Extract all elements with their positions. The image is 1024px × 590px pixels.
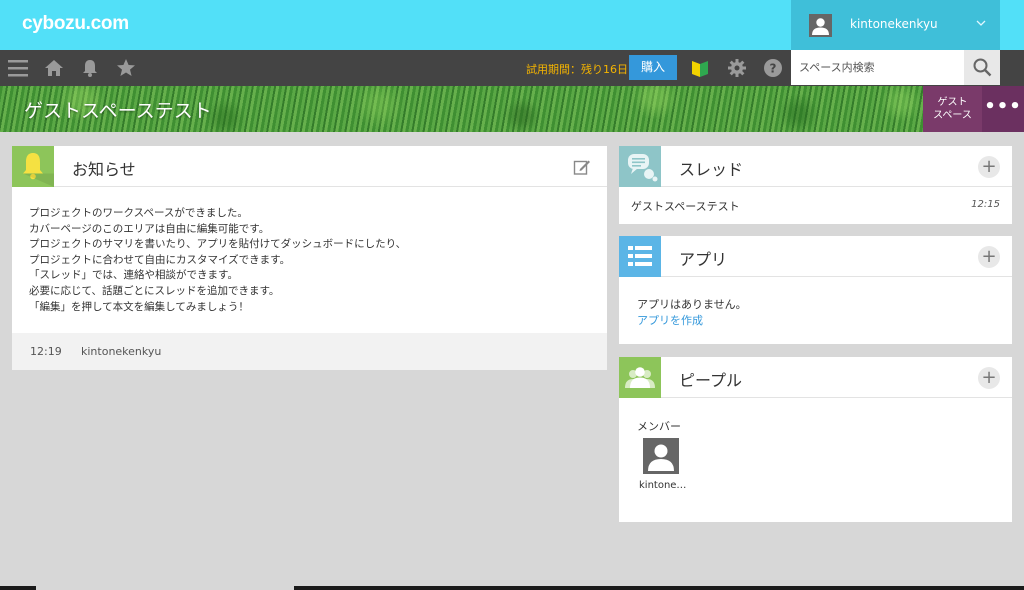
chevron-down-icon (976, 20, 986, 26)
add-app-button[interactable]: + (978, 246, 1000, 268)
thread-item-name[interactable]: ゲストスペーステスト (631, 198, 740, 214)
member-name[interactable]: kintone… (639, 480, 686, 491)
beginner-mark-icon[interactable] (691, 58, 709, 78)
notice-footer: 12:19 kintonekenkyu (12, 333, 607, 370)
apps-header: アプリ + (619, 236, 1012, 277)
buy-button[interactable]: 購入 (629, 55, 677, 80)
scrollbar-thumb[interactable] (36, 586, 294, 590)
people-title: ピープル (679, 371, 743, 390)
gear-icon[interactable] (727, 58, 747, 78)
trial-period-text[interactable]: 試用期間：残り16日 (526, 61, 628, 77)
user-name: kintonekenkyu (850, 17, 938, 31)
members-label: メンバー (637, 420, 681, 433)
notice-header: お知らせ (12, 146, 607, 187)
people-panel: ピープル + メンバー kintone… (619, 357, 1012, 522)
svg-text:?: ? (770, 62, 777, 76)
menu-icon[interactable] (8, 59, 28, 77)
space-more-button[interactable]: ••• (982, 86, 1024, 132)
help-icon[interactable]: ? (763, 58, 783, 78)
notice-updated-user[interactable]: kintonekenkyu (81, 345, 161, 358)
notice-line: プロジェクトのワークスペースができました。 (29, 207, 248, 219)
notice-line: プロジェクトのサマリを書いたり、アプリを貼付けてダッシュボードにしたり、 (29, 238, 407, 251)
home-icon[interactable] (44, 58, 64, 78)
notice-line: カバーページのこのエリアは自由に編集可能です。 (29, 222, 270, 235)
guest-space-badge: ゲスト スペース (923, 86, 982, 132)
thread-title: スレッド (679, 160, 744, 179)
people-header: ピープル + (619, 357, 1012, 398)
thread-item-time: 12:15 (971, 199, 1000, 210)
user-menu[interactable]: kintonekenkyu (791, 0, 1000, 50)
space-title: ゲストスペーステスト (24, 100, 212, 122)
list-icon (619, 236, 661, 277)
member-avatar[interactable] (643, 438, 679, 474)
guest-badge-line1: ゲスト (937, 97, 968, 108)
notice-updated-time: 12:19 (30, 345, 62, 358)
apps-panel: アプリ + アプリはありません。 アプリを作成 (619, 236, 1012, 344)
star-icon[interactable] (116, 58, 136, 78)
notice-line: 必要に応じて、話題ごとにスレッドを追加できます。 (29, 284, 280, 297)
search-button[interactable] (964, 50, 1000, 85)
add-thread-button[interactable]: + (978, 156, 1000, 178)
notice-line: プロジェクトに合わせて自由にカスタマイズできます。 (29, 253, 291, 266)
top-header: cybozu.com kintonekenkyu (0, 0, 1024, 50)
notice-title: お知らせ (72, 160, 136, 179)
search-icon (973, 58, 992, 77)
apps-empty-message: アプリはありません。 (637, 298, 747, 311)
people-icon (619, 357, 661, 398)
bottom-scrollbar[interactable] (0, 586, 1024, 590)
user-avatar (809, 14, 832, 37)
add-member-button[interactable]: + (978, 367, 1000, 389)
bell-icon[interactable] (80, 58, 100, 78)
notice-line: 「スレッド」では、連絡や相談ができます。 (29, 269, 238, 282)
guest-badge-line2: スペース (933, 110, 972, 121)
create-app-link[interactable]: アプリを作成 (637, 312, 703, 328)
space-search-input[interactable] (791, 50, 964, 85)
thread-header: スレッド + (619, 146, 1012, 187)
bell-icon (12, 146, 54, 187)
edit-icon[interactable] (573, 158, 591, 176)
notice-body: プロジェクトのワークスペースができました。 カバーページのこのエリアは自由に編集… (29, 206, 406, 315)
notice-panel: お知らせ プロジェクトのワークスペースができました。 カバーページのこのエリアは… (12, 146, 607, 370)
cybozu-logo[interactable]: cybozu.com (22, 13, 129, 35)
notice-line: 「編集」を押して本文を編集してみましょう！ (29, 300, 249, 313)
apps-title: アプリ (679, 250, 728, 269)
speech-bubble-icon (619, 146, 661, 187)
thread-panel: スレッド + ゲストスペーステスト 12:15 (619, 146, 1012, 224)
